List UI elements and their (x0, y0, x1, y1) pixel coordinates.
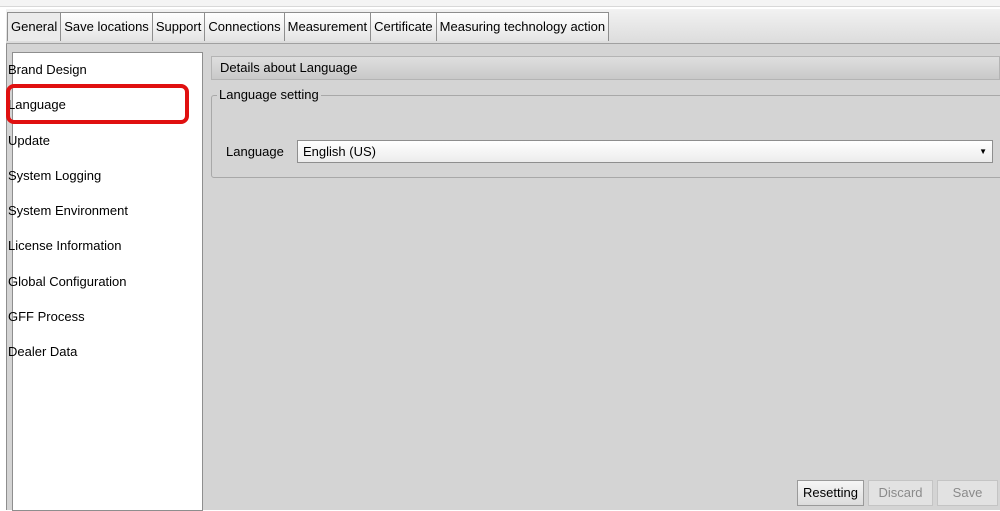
sidebar-item-system-environment[interactable]: System Environment (8, 201, 128, 221)
resetting-button[interactable]: Resetting (797, 480, 864, 506)
tab-measurement[interactable]: Measurement (283, 12, 372, 41)
sidebar-item-gff-process[interactable]: GFF Process (8, 307, 85, 327)
language-select[interactable]: English (US) ▼ (297, 140, 993, 163)
tab-support[interactable]: Support (151, 12, 206, 41)
chevron-down-icon: ▼ (979, 147, 987, 156)
sidebar-item-system-logging[interactable]: System Logging (8, 166, 101, 186)
sidebar-item-update[interactable]: Update (8, 131, 50, 151)
language-field-label: Language (226, 144, 284, 159)
sidebar-item-license-information[interactable]: License Information (8, 236, 121, 256)
tab-certificate[interactable]: Certificate (370, 12, 437, 41)
discard-button[interactable]: Discard (868, 480, 933, 506)
language-setting-group (211, 95, 1000, 178)
language-select-value: English (US) (303, 144, 376, 159)
tab-general[interactable]: General (7, 12, 62, 41)
selection-highlight-box (6, 84, 189, 124)
tab-measuring-technology-action[interactable]: Measuring technology action (435, 12, 610, 41)
group-title: Language setting (217, 87, 321, 103)
tab-strip: General Save locations Support Connectio… (7, 12, 610, 42)
sidebar-item-dealer-data[interactable]: Dealer Data (8, 342, 77, 362)
sidebar-item-brand-design[interactable]: Brand Design (8, 60, 87, 80)
save-button[interactable]: Save (937, 480, 998, 506)
tab-save-locations[interactable]: Save locations (60, 12, 153, 41)
sidebar-item-global-configuration[interactable]: Global Configuration (8, 272, 127, 292)
details-header: Details about Language (211, 56, 1000, 80)
window-top-edge (0, 0, 1000, 7)
tab-connections[interactable]: Connections (204, 12, 285, 41)
